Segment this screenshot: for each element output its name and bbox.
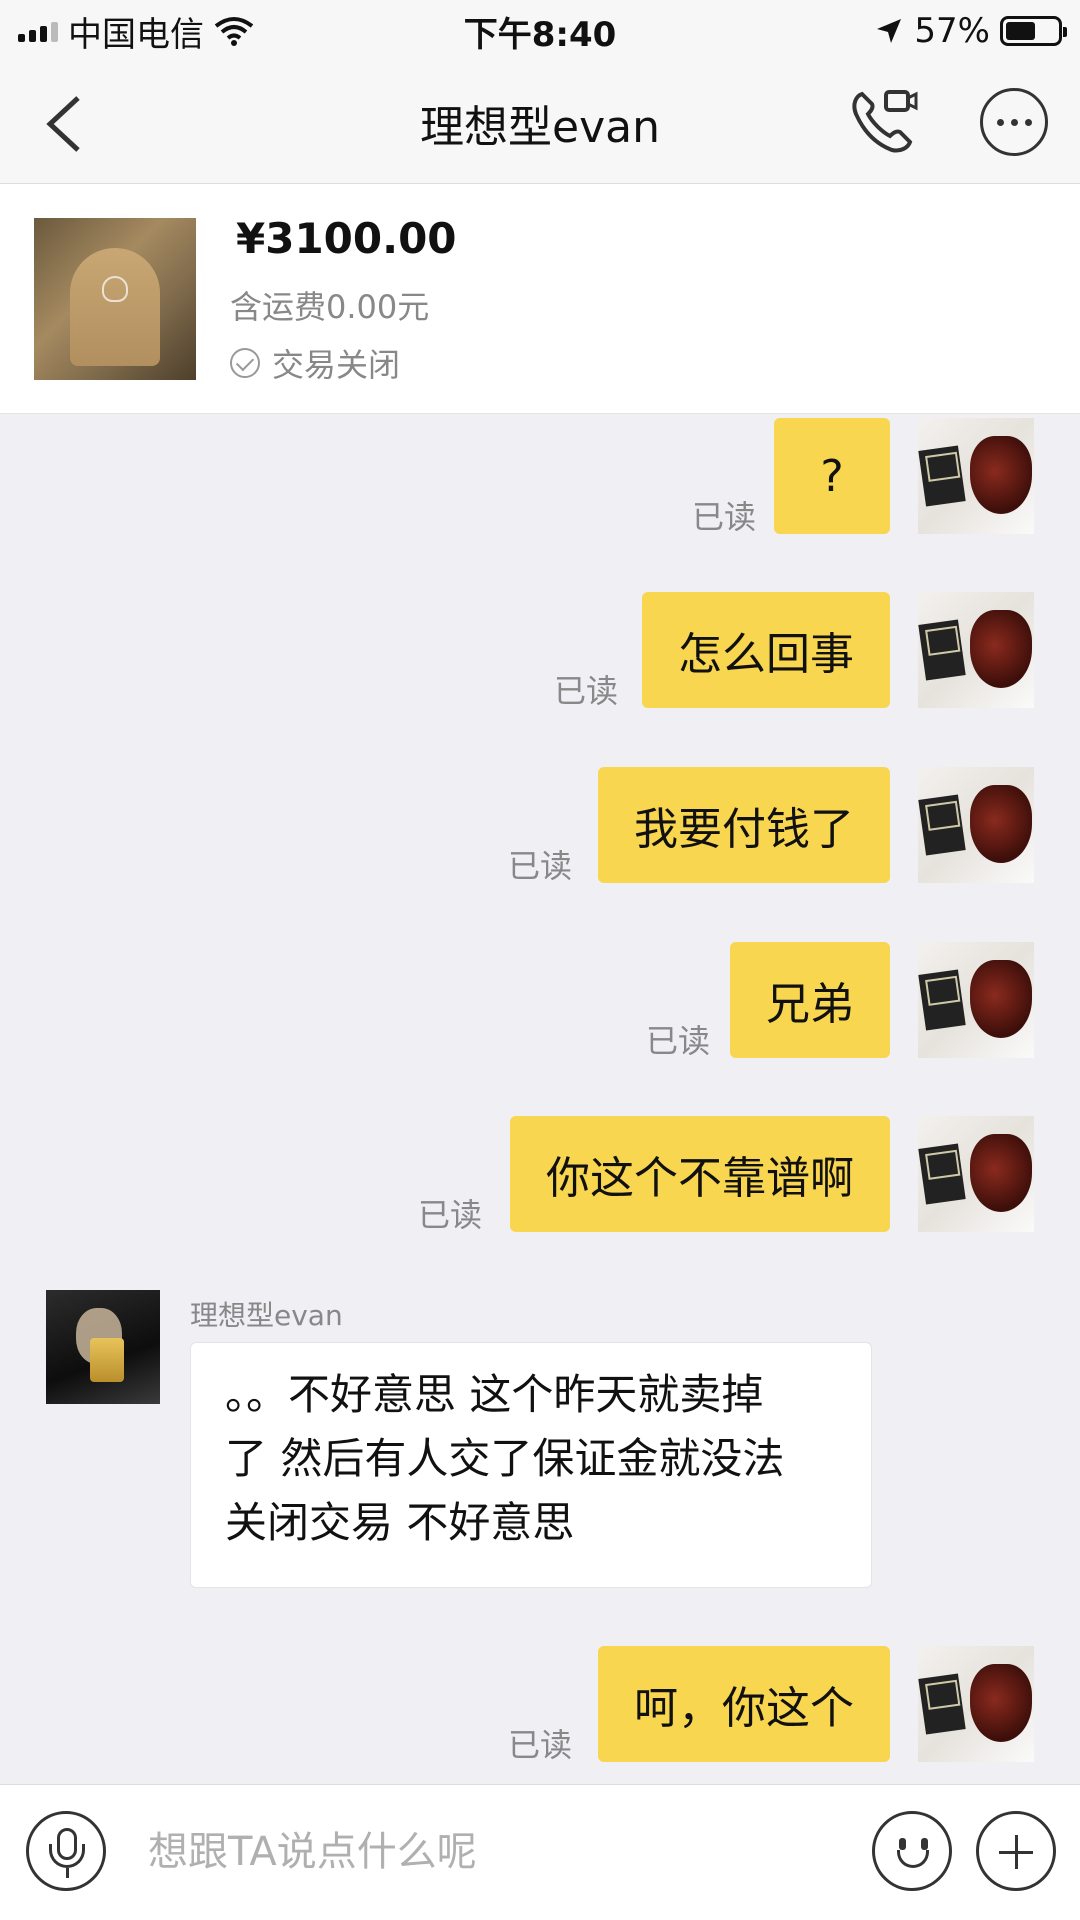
emoji-icon[interactable] bbox=[872, 1811, 952, 1891]
page-title: 理想型evan bbox=[420, 101, 660, 153]
nav-bar: 理想型evan bbox=[0, 62, 1080, 184]
product-plaque bbox=[70, 248, 160, 366]
read-receipt: 已读 bbox=[645, 1022, 710, 1060]
input-bar bbox=[0, 1784, 1080, 1920]
product-card[interactable]: ¥3100.00 含运费0.00元 交易关闭 bbox=[0, 184, 1080, 414]
message-outgoing: 已读 呵，你这个 bbox=[0, 1646, 1080, 1764]
read-receipt: 已读 bbox=[691, 498, 756, 536]
status-left: 中国电信 bbox=[18, 7, 254, 56]
product-image[interactable] bbox=[34, 218, 196, 380]
message-outgoing: 已读 怎么回事 bbox=[0, 592, 1080, 710]
my-avatar[interactable] bbox=[918, 767, 1034, 883]
message-outgoing: 已读 我要付钱了 bbox=[0, 767, 1080, 885]
shipping-fee: 含运费0.00元 bbox=[230, 288, 430, 326]
my-avatar[interactable] bbox=[918, 1116, 1034, 1232]
message-input[interactable] bbox=[148, 1819, 848, 1885]
my-avatar[interactable] bbox=[918, 942, 1034, 1058]
read-receipt: 已读 bbox=[417, 1196, 482, 1234]
trade-status: 交易关闭 bbox=[230, 340, 400, 386]
signal-icon bbox=[18, 20, 58, 42]
microphone-icon[interactable] bbox=[26, 1811, 106, 1891]
product-price: ¥3100.00 bbox=[236, 214, 457, 263]
trade-status-label: 交易关闭 bbox=[272, 346, 401, 384]
back-icon[interactable] bbox=[38, 92, 98, 156]
message-line: 。。不好意思 这个昨天就卖掉 bbox=[225, 1370, 764, 1419]
avatar-cup bbox=[90, 1338, 124, 1382]
message-bubble-incoming[interactable]: 。。不好意思 这个昨天就卖掉 了 然后有人交了保证金就没法 关闭交易 不好意思 bbox=[190, 1342, 872, 1588]
message-outgoing: 已读 兄弟 bbox=[0, 942, 1080, 1060]
message-line: 了 然后有人交了保证金就没法 bbox=[225, 1434, 785, 1483]
contact-avatar[interactable] bbox=[46, 1290, 160, 1404]
message-bubble[interactable]: 呵，你这个 bbox=[598, 1646, 890, 1762]
read-receipt: 已读 bbox=[553, 672, 618, 710]
message-bubble[interactable]: 怎么回事 bbox=[642, 592, 890, 708]
my-avatar[interactable] bbox=[918, 1646, 1034, 1762]
message-line: 关闭交易 不好意思 bbox=[225, 1498, 575, 1547]
product-crest bbox=[102, 276, 128, 302]
location-arrow-icon bbox=[877, 19, 902, 43]
message-outgoing: 已读 ? bbox=[0, 418, 1080, 536]
message-outgoing: 已读 你这个不靠谱啊 bbox=[0, 1116, 1080, 1234]
status-bar: 中国电信 下午8:40 57% bbox=[0, 0, 1080, 62]
more-button[interactable] bbox=[980, 88, 1048, 156]
phone-video-call-icon[interactable] bbox=[848, 86, 918, 156]
message-bubble[interactable]: 兄弟 bbox=[730, 942, 890, 1058]
dot-icon bbox=[996, 118, 1004, 126]
read-receipt: 已读 bbox=[507, 1726, 572, 1764]
message-bubble[interactable]: 你这个不靠谱啊 bbox=[510, 1116, 890, 1232]
message-bubble[interactable]: ? bbox=[774, 418, 890, 534]
dot-icon bbox=[1024, 118, 1032, 126]
battery-percent: 57% bbox=[914, 11, 990, 51]
my-avatar[interactable] bbox=[918, 418, 1034, 534]
wifi-icon bbox=[214, 17, 254, 46]
message-bubble[interactable]: 我要付钱了 bbox=[598, 767, 890, 883]
status-right: 57% bbox=[874, 11, 1067, 51]
my-avatar[interactable] bbox=[918, 592, 1034, 708]
read-receipt: 已读 bbox=[507, 847, 572, 885]
plus-icon[interactable] bbox=[976, 1811, 1056, 1891]
check-circle-icon bbox=[230, 348, 260, 378]
battery-icon bbox=[1000, 16, 1067, 46]
sender-name: 理想型evan bbox=[190, 1299, 343, 1332]
carrier-label: 中国电信 bbox=[68, 14, 204, 55]
dot-icon bbox=[1010, 118, 1018, 126]
battery-fill bbox=[1006, 22, 1035, 40]
